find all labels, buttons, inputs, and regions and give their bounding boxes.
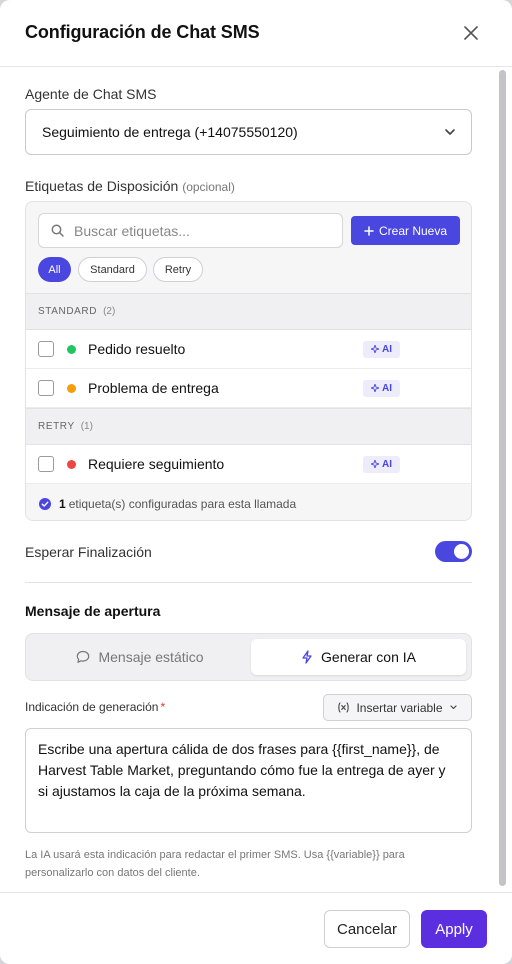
section-count: (1) [80, 421, 93, 432]
generate-ai-tab[interactable]: Generar con IA [251, 639, 466, 675]
check-circle-icon [39, 498, 51, 510]
wait-completion-toggle[interactable] [435, 541, 472, 562]
agent-label: Agente de Chat SMS [25, 86, 157, 102]
apply-button[interactable]: Apply [421, 910, 487, 948]
scrollbar[interactable] [498, 68, 508, 890]
tag-color-dot [67, 383, 76, 393]
section-name: STANDARD [38, 306, 98, 317]
ai-badge: AI [363, 379, 400, 397]
tags-search[interactable] [38, 213, 343, 248]
tag-row[interactable]: Pedido resuelto AI [26, 330, 471, 369]
tag-color-dot [67, 344, 76, 354]
close-button[interactable] [460, 22, 482, 44]
divider [25, 582, 472, 583]
tags-search-input[interactable] [74, 222, 334, 239]
tag-name: Problema de entrega [88, 380, 219, 396]
ai-badge-label: AI [382, 458, 392, 470]
tags-optional: (opcional) [182, 180, 235, 194]
tag-checkbox[interactable] [38, 380, 54, 396]
ai-badge: AI [363, 455, 400, 473]
wait-completion-label: Esperar Finalización [25, 544, 152, 560]
sms-chat-config-modal: Configuración de Chat SMS Agente de Chat… [0, 0, 512, 964]
tags-panel: Crear Nueva All Standard Retry STANDARD … [25, 201, 472, 521]
plus-icon [364, 225, 374, 236]
generation-help-text: La IA usará esta indicación para redacta… [25, 849, 405, 879]
chevron-down-icon [449, 705, 457, 710]
lightning-icon [302, 650, 312, 664]
create-tag-button[interactable]: Crear Nueva [351, 216, 460, 245]
modal-body: Agente de Chat SMS Seguimiento de entreg… [0, 67, 512, 892]
create-tag-label: Crear Nueva [378, 223, 448, 238]
close-icon [464, 26, 478, 40]
filter-chip-standard[interactable]: Standard [78, 257, 147, 282]
tag-checkbox[interactable] [38, 456, 54, 472]
agent-select-value: Seguimiento de entrega (+14075550120) [42, 124, 298, 140]
sparkle-icon [371, 345, 379, 353]
modal-footer: Cancelar Apply [0, 892, 512, 964]
tag-name: Requiere seguimiento [88, 456, 225, 472]
ai-badge-label: AI [382, 343, 392, 355]
ai-badge: AI [363, 340, 400, 358]
insert-variable-label: Insertar variable [356, 700, 443, 715]
insert-variable-button[interactable]: Insertar variable [323, 694, 472, 721]
required-mark: * [160, 700, 166, 714]
chevron-down-icon [445, 129, 455, 135]
tags-summary: 1 etiqueta(s) configuradas para esta lla… [26, 486, 471, 520]
modal-title: Configuración de Chat SMS [25, 22, 260, 42]
tag-row[interactable]: Problema de entrega AI [26, 369, 471, 408]
generation-prompt-input[interactable]: Escribe una apertura cálida de dos frase… [25, 728, 472, 833]
static-message-tab[interactable]: Mensaje estático [31, 639, 249, 675]
tags-summary-text: etiqueta(s) configuradas para esta llama… [68, 497, 297, 511]
section-name: RETRY [38, 421, 75, 432]
tag-row[interactable]: Requiere seguimiento AI [26, 445, 471, 484]
generation-prompt-label-text: Indicación de generación [25, 700, 159, 714]
opening-mode-segmented-control: Mensaje estático Generar con IA [25, 633, 472, 681]
tag-color-dot [67, 459, 76, 469]
chat-bubble-icon [77, 650, 90, 663]
agent-select[interactable]: Seguimiento de entrega (+14075550120) [25, 109, 472, 155]
sparkle-icon [371, 460, 379, 468]
tags-label-text: Etiquetas de Disposición [25, 178, 179, 194]
sparkle-icon [371, 384, 379, 392]
tag-checkbox[interactable] [38, 341, 54, 357]
toggle-knob [454, 544, 469, 559]
search-icon [51, 224, 64, 237]
filter-chip-all[interactable]: All [38, 257, 71, 282]
ai-badge-label: AI [382, 382, 392, 394]
static-message-label: Mensaje estático [98, 649, 204, 665]
section-header-retry: RETRY (1) [26, 408, 471, 445]
tags-label: Etiquetas de Disposición (opcional) [25, 178, 235, 194]
section-header-standard: STANDARD (2) [26, 293, 471, 330]
generate-ai-label: Generar con IA [321, 649, 416, 665]
variable-icon [338, 702, 350, 713]
generation-prompt-label: Indicación de generación * [25, 700, 165, 714]
modal-header: Configuración de Chat SMS [0, 0, 512, 67]
scrollbar-thumb[interactable] [499, 70, 506, 886]
opening-message-heading: Mensaje de apertura [25, 603, 161, 619]
cancel-button[interactable]: Cancelar [324, 910, 410, 948]
filter-chip-retry[interactable]: Retry [153, 257, 203, 282]
tags-summary-count: 1 [59, 497, 66, 511]
section-count: (2) [103, 306, 116, 317]
tag-name: Pedido resuelto [88, 341, 186, 357]
